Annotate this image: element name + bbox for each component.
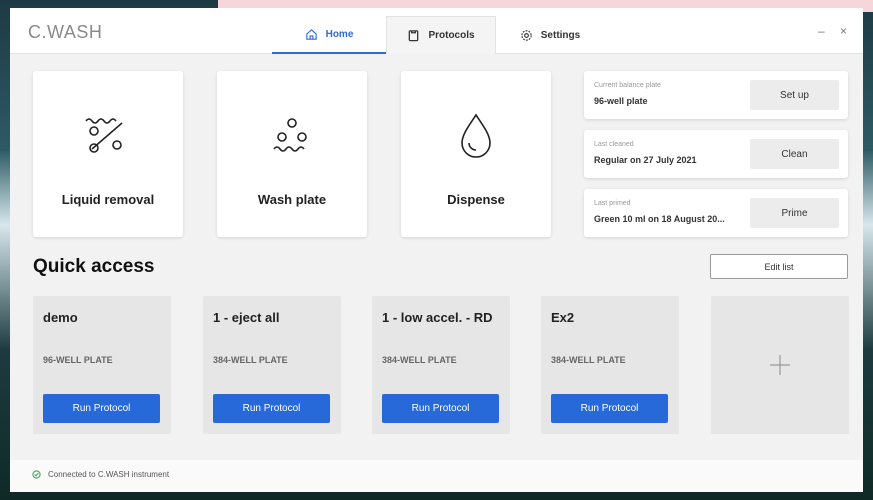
connection-status: Connected to C.WASH instrument: [32, 470, 169, 479]
connection-status-text: Connected to C.WASH instrument: [48, 470, 170, 479]
wash-plate-label: Wash plate: [257, 192, 327, 207]
clipboard-icon: [409, 30, 419, 42]
protocol-plate: 96-WELL PLATE: [43, 355, 113, 365]
protocol-plate: 384-WELL PLATE: [213, 355, 288, 365]
protocol-plate: 384-WELL PLATE: [382, 355, 457, 365]
wash-plate-card[interactable]: Wash plate: [217, 71, 367, 237]
add-protocol-card[interactable]: [711, 296, 849, 434]
last-primed-value: Green 10 ml on 18 August 20...: [594, 214, 725, 224]
clean-button[interactable]: Clean: [750, 139, 839, 169]
setup-button[interactable]: Set up: [750, 80, 839, 110]
liquid-removal-icon: [85, 118, 123, 153]
protocol-card: 1 - eject all 384-WELL PLATE Run Protoco…: [203, 296, 341, 434]
run-protocol-button[interactable]: Run Protocol: [213, 394, 330, 423]
gear-icon: [521, 29, 532, 41]
protocol-card: demo 96-WELL PLATE Run Protocol: [33, 296, 171, 434]
last-cleaned-value: Regular on 27 July 2021: [594, 155, 697, 165]
tab-protocols-label: Protocols: [428, 30, 475, 41]
minimize-button[interactable]: –: [818, 24, 825, 38]
tab-home[interactable]: Home: [272, 16, 386, 54]
protocol-name: 1 - low accel. - RD: [382, 310, 493, 325]
check-circle-icon: [32, 470, 41, 479]
liquid-removal-label: Liquid removal: [61, 192, 155, 207]
tab-protocols[interactable]: Protocols: [386, 16, 496, 54]
plus-icon: [770, 355, 790, 375]
protocol-card: 1 - low accel. - RD 384-WELL PLATE Run P…: [372, 296, 510, 434]
last-primed-caption: Last primed: [594, 200, 631, 207]
protocol-name: 1 - eject all: [213, 310, 280, 325]
tab-settings-label: Settings: [540, 29, 581, 41]
run-protocol-button[interactable]: Run Protocol: [43, 394, 160, 423]
droplet-icon: [461, 113, 491, 158]
dispense-label: Dispense: [447, 192, 505, 207]
dispense-card[interactable]: Dispense: [401, 71, 551, 237]
tab-home-label: Home: [325, 28, 354, 40]
balance-plate-value: 96-well plate: [594, 96, 648, 106]
run-protocol-button[interactable]: Run Protocol: [382, 394, 499, 423]
protocol-card: Ex2 384-WELL PLATE Run Protocol: [541, 296, 679, 434]
app-window: C.WASH Home Protocols Settings – × Liqui…: [10, 8, 863, 492]
balance-plate-caption: Current balance plate: [594, 82, 661, 89]
protocol-plate: 384-WELL PLATE: [551, 355, 626, 365]
last-primed-card: Last primed Green 10 ml on 18 August 20.…: [584, 189, 848, 237]
wash-plate-icon: [273, 118, 307, 152]
last-cleaned-caption: Last cleaned: [594, 141, 634, 148]
title-bar: C.WASH Home Protocols Settings – ×: [10, 8, 863, 54]
last-cleaned-card: Last cleaned Regular on 27 July 2021 Cle…: [584, 130, 848, 178]
status-bar: Connected to C.WASH instrument: [10, 460, 863, 492]
balance-plate-card: Current balance plate 96-well plate Set …: [584, 71, 848, 119]
app-title: C.WASH: [28, 22, 103, 42]
protocol-name: demo: [43, 310, 78, 325]
liquid-removal-card[interactable]: Liquid removal: [33, 71, 183, 237]
home-icon: [305, 28, 317, 40]
quick-access-title: Quick access: [33, 256, 155, 277]
tab-settings[interactable]: Settings: [510, 16, 590, 54]
edit-list-button[interactable]: Edit list: [710, 254, 848, 279]
close-button[interactable]: ×: [840, 24, 847, 38]
prime-button[interactable]: Prime: [750, 198, 839, 228]
run-protocol-button[interactable]: Run Protocol: [551, 394, 668, 423]
protocol-name: Ex2: [551, 310, 575, 325]
